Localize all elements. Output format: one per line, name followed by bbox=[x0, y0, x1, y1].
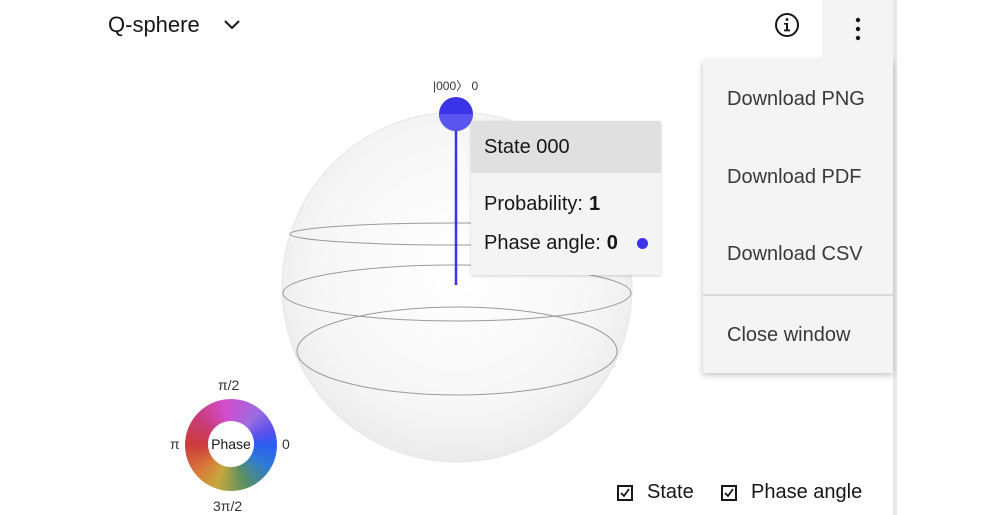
state-toggle-label: State bbox=[647, 481, 694, 503]
menu-divider bbox=[703, 294, 893, 296]
menu-item-download-csv[interactable]: Download CSV bbox=[703, 243, 893, 266]
probability-row: Probability: 1 bbox=[484, 193, 600, 216]
menu-item-download-png[interactable]: Download PNG bbox=[703, 88, 893, 111]
tooltip-title: State 000 bbox=[471, 121, 661, 173]
state-label: |000〉 0 bbox=[433, 79, 479, 93]
phase-angle-row: Phase angle: 0 bbox=[484, 232, 618, 255]
menu-item-download-pdf[interactable]: Download PDF bbox=[703, 166, 893, 189]
checkbox-checked-icon bbox=[721, 484, 737, 501]
state-tooltip: State 000 Probability: 1 Phase angle: 0 bbox=[471, 121, 661, 275]
phase-wheel-top-label: π/2 bbox=[218, 377, 240, 393]
phase-angle-label: Phase angle: bbox=[484, 232, 601, 254]
phase-angle-value: 0 bbox=[606, 232, 618, 254]
state-toggle[interactable]: State bbox=[617, 481, 694, 504]
checkbox-checked-icon bbox=[617, 484, 633, 501]
phase-wheel-center-label: Phase bbox=[208, 421, 254, 467]
phase-wheel-bottom-label: 3π/2 bbox=[213, 498, 243, 514]
phase-wheel-right-label: 0 bbox=[282, 436, 290, 452]
probability-label: Probability: bbox=[484, 193, 583, 215]
phase-angle-toggle-label: Phase angle bbox=[751, 481, 863, 503]
phase-wheel-left-label: π bbox=[170, 436, 180, 452]
phase-angle-toggle[interactable]: Phase angle bbox=[721, 481, 862, 504]
probability-value: 1 bbox=[588, 193, 601, 215]
overflow-menu: Download PNG Download PDF Download CSV C… bbox=[703, 60, 893, 373]
phase-color-dot bbox=[637, 238, 648, 249]
menu-item-close-window[interactable]: Close window bbox=[703, 324, 893, 347]
